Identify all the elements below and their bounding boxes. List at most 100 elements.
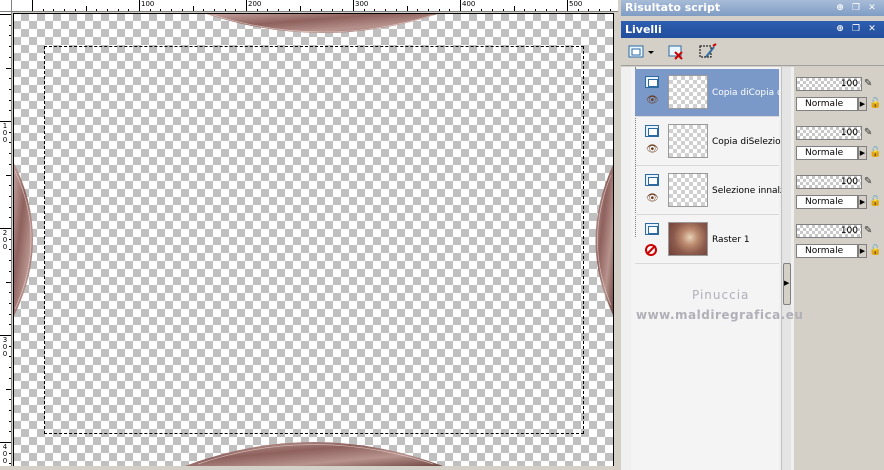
opacity-slider[interactable]: 100 [796, 77, 862, 91]
ruler-tick [599, 9, 601, 11]
layer-thumbnail [668, 75, 708, 109]
delete-layer-icon [668, 45, 683, 60]
ruler-top: 100 200 300 400 500 [12, 0, 618, 12]
blend-mode-select[interactable]: Normale [796, 195, 858, 209]
opacity-slider[interactable]: 100 [796, 224, 862, 238]
ruler-tick [9, 24, 11, 26]
ruler-tick [9, 377, 11, 379]
edit-icon[interactable]: ✎ [864, 126, 880, 140]
ruler-tick [320, 9, 322, 11]
ruler-tick [9, 249, 11, 251]
ruler-tick [9, 185, 11, 187]
new-layer-button[interactable] [625, 42, 655, 62]
ruler-corner [0, 0, 12, 12]
edit-icon[interactable]: ✎ [864, 224, 880, 238]
selection-marquee[interactable] [44, 46, 584, 434]
lock-icon[interactable]: 🔓 [869, 146, 881, 160]
ruler-tick [449, 9, 451, 11]
layer-thumbnail [668, 222, 708, 256]
script-output-panel-title[interactable]: Risultato script ⊕ ❐ ✕ [621, 0, 884, 16]
ruler-tick [9, 431, 11, 433]
ruler-tick [385, 9, 387, 11]
raster-layer-icon [645, 223, 659, 235]
ruler-tick [53, 9, 55, 11]
ruler-tick [6, 281, 11, 283]
ruler-tick [567, 0, 568, 11]
ruler-tick [9, 399, 11, 401]
restore-icon[interactable]: ❐ [851, 24, 861, 34]
lock-icon[interactable]: 🔓 [869, 244, 881, 258]
ruler-tick [588, 9, 590, 11]
ruler-label: 400 [2, 443, 8, 465]
ruler-tick [502, 9, 504, 11]
layer-list-splitter[interactable]: ▶ [781, 67, 791, 470]
lock-icon[interactable]: 🔓 [869, 97, 881, 111]
watermark-url: www.maldiregrafica.eu [636, 308, 804, 322]
layer-row[interactable]: 👁 Copia diCopia diSe [635, 69, 782, 117]
edit-icon[interactable]: ✎ [864, 77, 880, 91]
ruler-label: 100 [141, 0, 155, 8]
ruler-tick [9, 206, 11, 208]
ruler-tick [9, 163, 11, 165]
ruler-tick [417, 9, 419, 11]
ruler-tick [406, 6, 408, 11]
delete-layer-button[interactable] [665, 42, 685, 62]
ruler-tick [481, 9, 483, 11]
layer-row[interactable]: Raster 1 [635, 216, 779, 264]
ruler-label: 200 [248, 0, 262, 8]
ruler-tick [160, 9, 162, 11]
layer-row[interactable]: 👁 Selezione innalzata [635, 167, 782, 215]
lock-icon[interactable]: 🔓 [869, 195, 881, 209]
ruler-tick [524, 9, 526, 11]
ruler-tick [9, 35, 11, 37]
blend-mode-select[interactable]: Normale [796, 244, 858, 258]
blend-dropdown-arrow-icon[interactable]: ▶ [858, 97, 867, 111]
ruler-tick [534, 9, 536, 11]
ruler-tick [6, 67, 11, 69]
psp-workspace: 100 200 300 400 500 100 200 300 400 Risu… [0, 0, 884, 470]
ruler-tick [9, 260, 11, 262]
ruler-tick [9, 217, 11, 219]
ruler-tick [395, 9, 397, 11]
hidden-eye-icon[interactable] [645, 244, 657, 256]
blend-mode-select[interactable]: Normale [796, 146, 858, 160]
opacity-value: 100 [840, 79, 858, 89]
opacity-slider[interactable]: 100 [796, 126, 862, 140]
layers-panel-title[interactable]: Livelli ⊕ ❐ ✕ [621, 21, 884, 38]
ruler-tick [492, 9, 494, 11]
image-canvas[interactable] [13, 13, 613, 466]
ruler-tick [9, 46, 11, 48]
script-output-title-text: Risultato script [625, 1, 721, 14]
visibility-eye-icon[interactable]: 👁 [646, 194, 659, 204]
visibility-eye-icon[interactable]: 👁 [646, 145, 659, 155]
layer-row[interactable]: 👁 Copia diSelezione i [635, 118, 782, 166]
ruler-tick [331, 9, 333, 11]
layer-thumbnail [668, 124, 708, 158]
ruler-tick [267, 9, 269, 11]
blend-dropdown-arrow-icon[interactable]: ▶ [858, 195, 867, 209]
visibility-eye-icon[interactable]: 👁 [646, 96, 659, 106]
blend-mode-select[interactable]: Normale [796, 97, 858, 111]
ruler-tick [246, 0, 247, 11]
opacity-slider[interactable]: 100 [796, 175, 862, 189]
pin-icon[interactable]: ⊕ [835, 3, 845, 13]
layer-name: Copia diCopia diSe [712, 88, 782, 98]
ruler-tick [96, 9, 98, 11]
ruler-tick [9, 324, 11, 326]
close-icon[interactable]: ✕ [867, 3, 877, 13]
pin-icon[interactable]: ⊕ [835, 24, 845, 34]
blend-dropdown-arrow-icon[interactable]: ▶ [858, 146, 867, 160]
ruler-tick [9, 356, 11, 358]
splitter-arrow-icon[interactable]: ▶ [784, 279, 789, 287]
ruler-tick [6, 174, 11, 176]
blend-dropdown-arrow-icon[interactable]: ▶ [858, 244, 867, 258]
restore-icon[interactable]: ❐ [851, 3, 861, 13]
ruler-tick [353, 0, 354, 11]
edit-icon[interactable]: ✎ [864, 175, 880, 189]
ruler-tick [513, 6, 515, 11]
opacity-value: 100 [840, 226, 858, 236]
ruler-tick [470, 9, 472, 11]
close-icon[interactable]: ✕ [867, 24, 877, 34]
edit-selection-button[interactable] [697, 42, 717, 62]
ruler-tick [0, 14, 11, 15]
